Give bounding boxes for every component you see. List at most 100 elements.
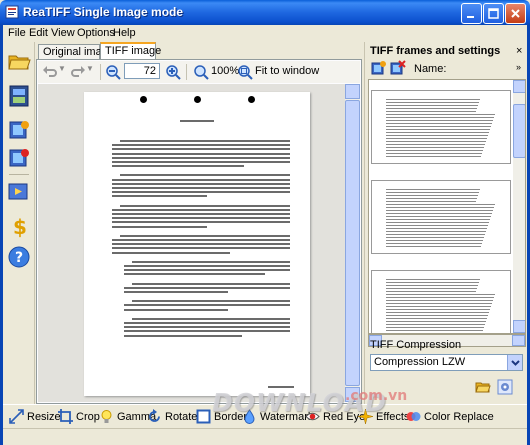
- scroll-up-arrow[interactable]: [345, 84, 360, 99]
- color-replace-icon: [406, 412, 421, 421]
- maximize-icon: [488, 8, 499, 19]
- status-bar: [3, 428, 527, 445]
- document-text-line: [124, 273, 265, 276]
- thumbnail-text-line: [386, 207, 494, 208]
- color-replace-label: Color Replace: [424, 411, 494, 423]
- thumbnail-text-line: [386, 222, 489, 223]
- fit-to-window-button[interactable]: Fit to window: [255, 65, 319, 77]
- zoom-100-icon[interactable]: [193, 64, 209, 80]
- document-text-line: [112, 165, 244, 168]
- thumbnail-text-line: [386, 300, 493, 301]
- rotate-icon: [149, 409, 160, 422]
- undo-dropdown-icon[interactable]: ▼: [58, 64, 66, 73]
- thumbnail-text-line: [386, 204, 495, 205]
- menu-options[interactable]: Options: [77, 27, 115, 39]
- fit-to-window-icon[interactable]: [237, 64, 253, 80]
- document-text-line: [112, 217, 290, 220]
- title-bar: ReaTIFF Single Image mode: [0, 0, 530, 25]
- gamma-icon: [101, 410, 112, 423]
- document-text-line: [112, 195, 207, 198]
- compression-select[interactable]: Compression LZW: [370, 354, 523, 371]
- document-text-line: [112, 178, 290, 181]
- dollar-icon[interactable]: $: [7, 214, 31, 238]
- document-text-line: [124, 326, 290, 329]
- document-text-line: [132, 282, 290, 285]
- document-text-line: [112, 187, 290, 189]
- thumbnail-text-line: [386, 219, 490, 220]
- zoom-in-icon[interactable]: [165, 64, 181, 80]
- help-icon[interactable]: ?: [7, 245, 31, 269]
- settings-gear-icon[interactable]: [497, 379, 513, 395]
- close-icon: [511, 9, 520, 18]
- svg-text:$: $: [13, 215, 27, 238]
- thumbnail-text-line: [386, 312, 489, 313]
- scroll-down-arrow[interactable]: [513, 320, 525, 333]
- scroll-right-arrow[interactable]: [512, 335, 525, 346]
- thumbnail-text-line: [386, 294, 495, 295]
- document-text-line: [124, 291, 228, 293]
- add-frame-icon[interactable]: [371, 60, 387, 76]
- minimize-button[interactable]: [461, 3, 482, 24]
- canvas-vertical-scrollbar[interactable]: [345, 84, 360, 402]
- scroll-thumb[interactable]: [513, 104, 525, 158]
- open-folder-icon[interactable]: [7, 50, 31, 74]
- scroll-up-arrow[interactable]: [513, 80, 525, 93]
- close-button[interactable]: [505, 3, 526, 24]
- maximize-button[interactable]: [483, 3, 504, 24]
- zoom-100-button[interactable]: 100%: [211, 65, 239, 77]
- film-frames-icon[interactable]: [7, 84, 31, 108]
- frame-thumbnail[interactable]: [371, 180, 511, 254]
- frame-thumbnail-list[interactable]: [368, 79, 526, 334]
- menu-file[interactable]: File: [8, 27, 26, 39]
- thumbnail-text-line: [386, 105, 478, 106]
- document-text-line: [180, 120, 214, 122]
- menu-help[interactable]: Help: [113, 27, 136, 39]
- document-text-line: [124, 330, 290, 333]
- punch-hole: [248, 96, 255, 103]
- panel-more-button[interactable]: »: [516, 62, 521, 72]
- zoom-out-icon[interactable]: [105, 64, 121, 80]
- chevron-down-icon: [511, 360, 520, 366]
- thumbnail-text-line: [386, 114, 495, 115]
- tab-original-image[interactable]: Original image: [38, 44, 114, 59]
- thumbnail-text-line: [386, 198, 477, 199]
- slideshow-icon[interactable]: [7, 180, 31, 204]
- remove-image-icon[interactable]: [7, 146, 31, 170]
- redo-dropdown-icon[interactable]: ▼: [86, 64, 94, 73]
- site-watermark-suffix: .com.vn: [345, 388, 408, 404]
- tab-tiff-image[interactable]: TIFF image: [100, 42, 161, 59]
- scroll-thumb[interactable]: [345, 100, 360, 386]
- menu-view[interactable]: View: [51, 27, 75, 39]
- panel-close-button[interactable]: ×: [516, 45, 522, 57]
- document-text-line: [112, 239, 290, 241]
- thumbnail-text-line: [386, 324, 485, 325]
- thumbnail-text-line: [386, 309, 490, 310]
- thumbnail-text-line: [386, 102, 479, 103]
- thumbnail-scrollbar[interactable]: [513, 80, 525, 333]
- compression-label: TIFF Compression: [370, 339, 462, 351]
- document-text-line: [120, 234, 290, 237]
- frame-thumbnail[interactable]: [371, 270, 511, 333]
- thumbnail-text-line: [386, 321, 486, 322]
- menu-edit[interactable]: Edit: [29, 27, 48, 39]
- dropdown-arrow[interactable]: [507, 355, 522, 370]
- thumbnail-text-line: [386, 225, 488, 226]
- document-text-line: [112, 213, 290, 215]
- resize-icon: [9, 409, 24, 424]
- document-text-line: [112, 221, 290, 224]
- redo-icon[interactable]: [70, 64, 86, 80]
- thumbnail-text-line: [386, 216, 491, 217]
- add-image-icon[interactable]: [7, 118, 31, 142]
- thumbnail-text-line: [386, 153, 482, 154]
- svg-text:?: ?: [15, 250, 23, 266]
- undo-icon[interactable]: [42, 64, 58, 80]
- document-text-line: [112, 161, 290, 163]
- delete-frame-icon[interactable]: [390, 60, 406, 76]
- compression-value: Compression LZW: [374, 356, 466, 368]
- thumbnail-text-line: [386, 231, 486, 232]
- open-settings-folder-icon[interactable]: [475, 379, 491, 395]
- image-canvas[interactable]: [38, 84, 360, 402]
- document-text-line: [124, 322, 290, 324]
- frame-thumbnail[interactable]: [371, 90, 511, 164]
- zoom-input[interactable]: 72: [124, 63, 160, 79]
